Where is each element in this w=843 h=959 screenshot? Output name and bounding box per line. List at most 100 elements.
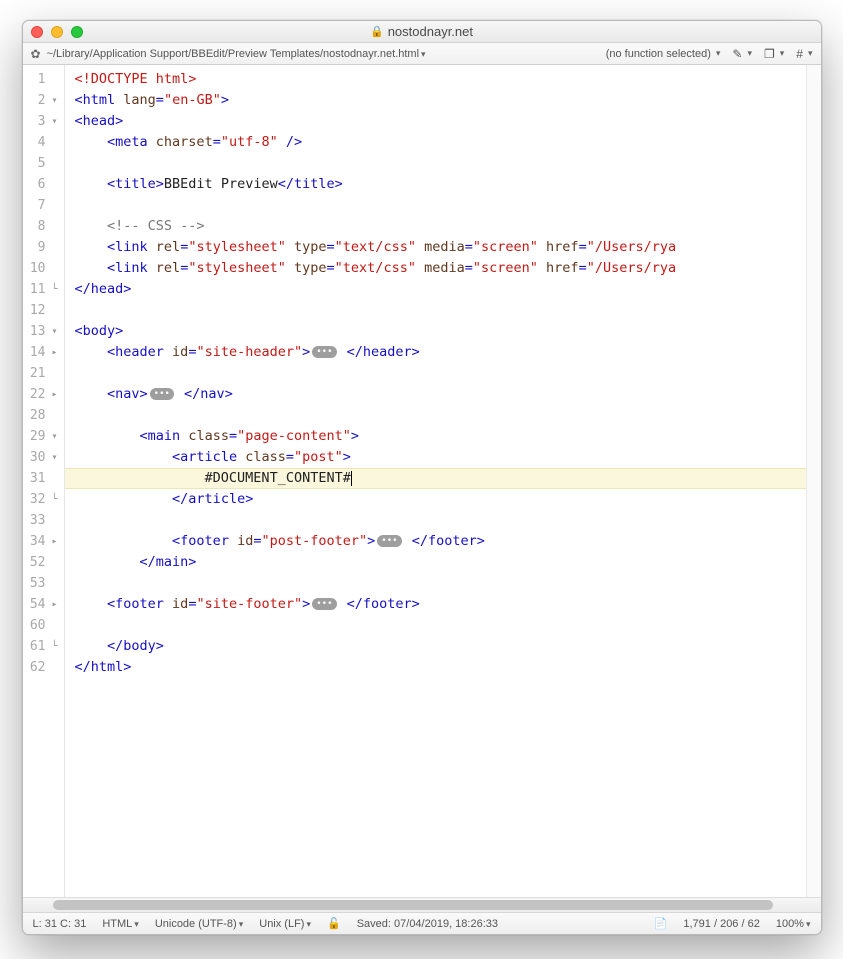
code-line[interactable] [65,510,806,531]
code-line[interactable] [65,405,806,426]
code-line[interactable]: <html lang="en-GB"> [65,90,806,111]
gutter-row[interactable]: 21 [23,363,64,384]
lock-status-icon[interactable]: 🔓 [327,917,341,930]
editor-area: 12▾3▾4567891011└1213▾14▸2122▸2829▾30▾313… [23,65,821,897]
collapsed-region-icon[interactable]: ••• [312,598,336,610]
gutter-row[interactable]: 2▾ [23,90,64,111]
fold-toggle-icon[interactable]: ▸ [50,342,60,363]
gutter-row[interactable]: 7 [23,195,64,216]
fold-toggle-icon[interactable]: ▾ [50,447,60,468]
vertical-scrollbar[interactable] [806,65,821,897]
gutter-row[interactable]: 3▾ [23,111,64,132]
gutter-row[interactable]: 60 [23,615,64,636]
gutter-row[interactable]: 30▾ [23,447,64,468]
document-path-menu[interactable]: ~/Library/Application Support/BBEdit/Pre… [47,48,426,60]
editor-window: 🔒 nostodnayr.net ✿ ~/Library/Application… [22,20,822,935]
code-line[interactable]: </head> [65,279,806,300]
hash-icon: # [796,47,803,61]
horizontal-scroll-thumb[interactable] [53,900,773,910]
gutter-row[interactable]: 6 [23,174,64,195]
files-icon: ❐ [764,47,775,61]
fold-toggle-icon[interactable]: └ [50,279,60,300]
code-line[interactable]: #DOCUMENT_CONTENT# [65,468,806,489]
code-line[interactable]: <link rel="stylesheet" type="text/css" m… [65,258,806,279]
document-stats-icon: 📄 [654,917,668,930]
gutter-row[interactable]: 54▸ [23,594,64,615]
code-line[interactable]: <body> [65,321,806,342]
includes-menu[interactable]: ❐ [764,47,784,61]
gutter-row[interactable]: 9 [23,237,64,258]
code-line[interactable] [65,363,806,384]
fold-toggle-icon[interactable]: ▾ [50,90,60,111]
gutter-row[interactable]: 31 [23,468,64,489]
collapsed-region-icon[interactable]: ••• [150,388,174,400]
status-lineending-menu[interactable]: Unix (LF) [259,918,311,930]
gutter-row[interactable]: 13▾ [23,321,64,342]
counterpart-menu[interactable]: # [796,47,812,61]
code-line[interactable]: <article class="post"> [65,447,806,468]
code-line[interactable]: <nav>••• </nav> [65,384,806,405]
fold-toggle-icon[interactable]: ▾ [50,111,60,132]
title-bar[interactable]: 🔒 nostodnayr.net [23,21,821,43]
status-saved: Saved: 07/04/2019, 18:26:33 [357,918,498,930]
code-line[interactable] [65,615,806,636]
gutter-row[interactable]: 33 [23,510,64,531]
status-bar: L: 31 C: 31 HTML Unicode (UTF-8) Unix (L… [23,912,821,934]
gutter-row[interactable]: 32└ [23,489,64,510]
status-encoding-menu[interactable]: Unicode (UTF-8) [155,918,243,930]
code-line[interactable] [65,573,806,594]
fold-toggle-icon[interactable]: ▾ [50,321,60,342]
code-line[interactable]: <main class="page-content"> [65,426,806,447]
collapsed-region-icon[interactable]: ••• [312,346,336,358]
code-line[interactable]: <!DOCTYPE html> [65,69,806,90]
fold-toggle-icon[interactable]: ▾ [50,426,60,447]
code-line[interactable]: <link rel="stylesheet" type="text/css" m… [65,237,806,258]
status-language-menu[interactable]: HTML [102,918,138,930]
gutter-row[interactable]: 10 [23,258,64,279]
code-line[interactable]: </body> [65,636,806,657]
gutter-row[interactable]: 5 [23,153,64,174]
gutter-row[interactable]: 14▸ [23,342,64,363]
gutter-row[interactable]: 11└ [23,279,64,300]
line-gutter[interactable]: 12▾3▾4567891011└1213▾14▸2122▸2829▾30▾313… [23,65,65,897]
collapsed-region-icon[interactable]: ••• [377,535,401,547]
marker-menu[interactable]: ✎ [732,47,752,61]
status-counts[interactable]: 1,791 / 206 / 62 [683,918,759,930]
code-line[interactable]: <!-- CSS --> [65,216,806,237]
gutter-row[interactable]: 28 [23,405,64,426]
fold-toggle-icon[interactable]: ▸ [50,594,60,615]
code-editor[interactable]: <!DOCTYPE html><html lang="en-GB"><head>… [65,65,806,897]
code-line[interactable]: </html> [65,657,806,678]
function-popup[interactable]: (no function selected) [606,48,721,60]
gutter-row[interactable]: 29▾ [23,426,64,447]
code-line[interactable]: <footer id="site-footer">••• </footer> [65,594,806,615]
code-line[interactable]: <footer id="post-footer">••• </footer> [65,531,806,552]
fold-toggle-icon[interactable]: └ [50,489,60,510]
gutter-row[interactable]: 62 [23,657,64,678]
code-line[interactable]: </article> [65,489,806,510]
fold-toggle-icon[interactable]: ▸ [50,531,60,552]
code-line[interactable] [65,300,806,321]
gutter-row[interactable]: 4 [23,132,64,153]
gutter-row[interactable]: 8 [23,216,64,237]
gear-icon[interactable]: ✿ [31,47,41,61]
fold-toggle-icon[interactable]: └ [50,636,60,657]
code-line[interactable]: <meta charset="utf-8" /> [65,132,806,153]
gutter-row[interactable]: 61└ [23,636,64,657]
code-line[interactable] [65,153,806,174]
code-line[interactable] [65,195,806,216]
gutter-row[interactable]: 22▸ [23,384,64,405]
gutter-row[interactable]: 12 [23,300,64,321]
gutter-row[interactable]: 52 [23,552,64,573]
code-line[interactable]: <head> [65,111,806,132]
pencil-icon: ✎ [732,47,742,61]
code-line[interactable]: </main> [65,552,806,573]
fold-toggle-icon[interactable]: ▸ [50,384,60,405]
status-zoom-menu[interactable]: 100% [776,918,811,930]
gutter-row[interactable]: 34▸ [23,531,64,552]
horizontal-scrollbar[interactable] [23,897,821,912]
gutter-row[interactable]: 1 [23,69,64,90]
gutter-row[interactable]: 53 [23,573,64,594]
code-line[interactable]: <header id="site-header">••• </header> [65,342,806,363]
code-line[interactable]: <title>BBEdit Preview</title> [65,174,806,195]
